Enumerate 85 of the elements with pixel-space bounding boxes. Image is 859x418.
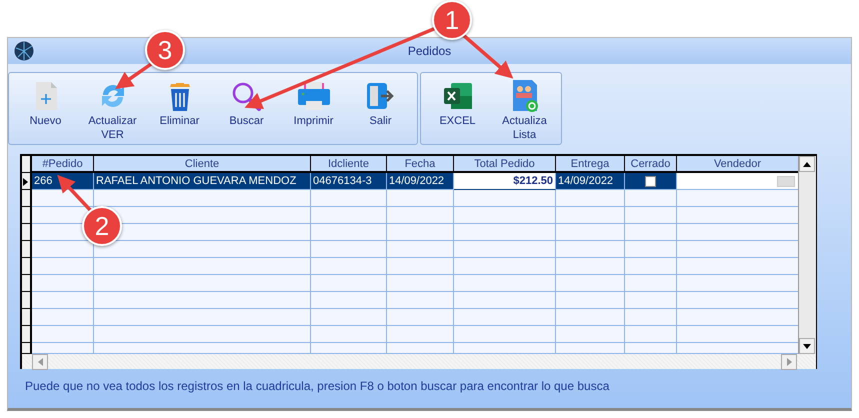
down-arrow-icon [803,344,812,348]
row-selector[interactable] [22,241,32,258]
table-cell [387,190,454,207]
scroll-down-button[interactable] [799,338,816,354]
new-document-icon [34,81,58,111]
column-header[interactable]: Cliente [94,156,311,173]
table-cell [556,207,625,224]
row-selector[interactable] [22,292,32,309]
column-header[interactable]: Total Pedido [454,156,556,173]
table-cell [556,241,625,258]
table-cell [32,190,94,207]
table-cell [32,258,94,275]
toolbar-button[interactable]: Nuevo [12,73,79,143]
row-selector[interactable] [22,207,32,224]
table-cell [625,258,677,275]
table-cell [556,258,625,275]
column-header[interactable]: Entrega [556,156,625,173]
table-cell [387,326,454,343]
left-arrow-icon [38,358,42,366]
toolbar-button[interactable]: Imprimir [280,73,347,143]
toolbar-button[interactable]: Salir [347,73,414,143]
vertical-scrollbar[interactable] [798,156,816,354]
cell-input[interactable]: $212.50 [454,173,556,190]
column-header[interactable]: Vendedor [677,156,798,173]
table-cell [625,309,677,326]
globe-logo-icon [14,41,34,61]
table-cell [625,241,677,258]
table-cell [625,292,677,309]
row-selector[interactable] [22,309,32,326]
table-cell [387,241,454,258]
row-selector[interactable] [22,258,32,275]
table-cell [32,292,94,309]
exit-icon [364,81,396,111]
table-cell [556,275,625,292]
up-arrow-icon [803,162,812,166]
status-message: Puede que no vea todos los registros en la cuadricula, presion F8 o boton buscar para encontrar lo que busca [24,378,610,393]
table-cell [625,326,677,343]
table-cell [387,224,454,241]
toolbar-button[interactable]: Actualiza Lista [491,73,558,143]
scroll-up-button[interactable] [799,156,816,172]
column-header[interactable]: Cerrado [625,156,677,173]
table-cell [556,326,625,343]
table-cell [556,292,625,309]
callout-arrow [460,32,514,79]
column-header[interactable]: #Pedido [32,156,94,173]
table-cell: 14/09/2022 [387,173,454,190]
row-selector[interactable] [22,326,32,343]
table-cell [625,224,677,241]
list-document-icon [510,79,538,113]
column-header[interactable]: Fecha [387,156,454,173]
table-cell [32,309,94,326]
row-selector[interactable] [22,343,32,354]
toolbar-button[interactable]: Buscar [213,73,280,143]
table-cell [625,275,677,292]
table-cell [387,275,454,292]
callout-arrow [57,174,94,214]
row-selector[interactable] [22,173,32,190]
dropdown-field[interactable] [677,173,798,190]
table-cell [32,326,94,343]
table-cell [556,309,625,326]
table-cell: 04676134-3 [311,173,387,190]
row-selector[interactable] [22,275,32,292]
table-cell [32,275,94,292]
toolbar-button[interactable]: Actualizar VER [79,73,146,143]
callout-badge: 1 [432,0,472,40]
table-cell [556,190,625,207]
checkbox[interactable] [645,176,656,186]
table-cell: 14/09/2022 [556,173,625,190]
printer-icon [296,81,330,111]
table-cell [387,258,454,275]
column-header[interactable]: Idcliente [311,156,387,173]
toolbar-button[interactable]: EXCEL [424,73,491,143]
search-icon [230,81,262,111]
right-arrow-icon [786,358,792,366]
table-cell [625,207,677,224]
toolbar-button[interactable]: Eliminar [146,73,213,143]
table-cell [387,292,454,309]
row-selector[interactable] [22,224,32,241]
row-selector[interactable] [22,190,32,207]
window-title: Pedidos [408,44,452,58]
table-cell [387,207,454,224]
table-cell: RAFAEL ANTONIO GUEVARA MENDOZ [94,173,311,190]
spreadsheet-icon [442,80,474,112]
table-cell [387,309,454,326]
table-cell [556,224,625,241]
